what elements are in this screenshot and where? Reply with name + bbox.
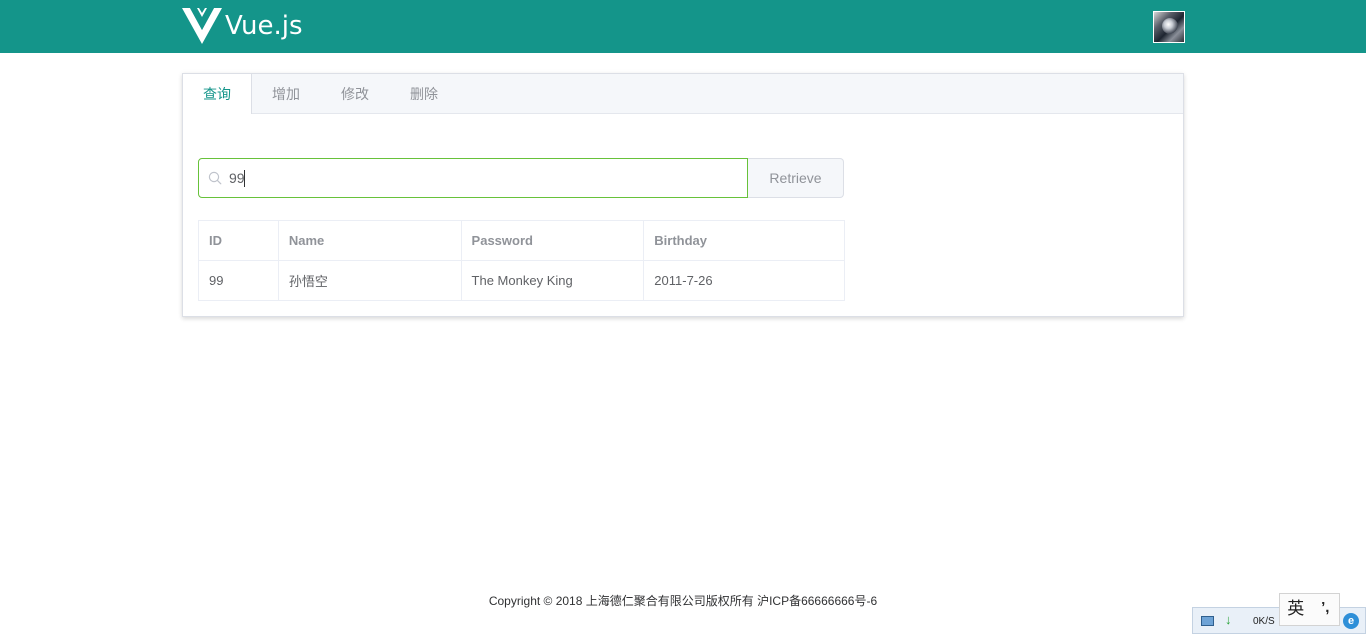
search-bar: Retrieve [198,158,844,198]
vue-v-icon [182,8,222,44]
retrieve-button[interactable]: Retrieve [748,158,844,198]
ime-language-toggle[interactable]: 英 [1280,594,1311,625]
column-header-birthday[interactable]: Birthday [643,220,845,261]
cell-birthday: 2011-7-26 [643,260,845,301]
ime-punctuation-toggle[interactable]: ’, [1311,594,1339,625]
main-card: 查询 增加 修改 删除 Retrieve ID Name Password Bi… [182,73,1184,317]
monitor-icon[interactable] [1201,616,1214,626]
cell-id: 99 [198,260,279,301]
tab-modify[interactable]: 修改 [321,74,390,114]
ime-toolbar: 英 ’, [1279,593,1340,626]
column-header-password[interactable]: Password [460,220,645,261]
table-row[interactable]: 99 孙悟空 The Monkey King 2011-7-26 [198,260,845,301]
text-caret [244,170,245,187]
logo-text: Vue.js [225,11,303,41]
top-header: Vue.js [0,0,1366,53]
vue-logo[interactable]: Vue.js [182,8,303,44]
search-icon [208,171,222,185]
column-header-id[interactable]: ID [198,220,279,261]
network-speed: 0K/S [1253,616,1275,627]
tab-delete[interactable]: 删除 [390,74,459,114]
cell-password: The Monkey King [460,260,645,301]
column-header-name[interactable]: Name [277,220,462,261]
cell-name: 孙悟空 [277,260,462,301]
footer-copyright: Copyright © 2018 上海德仁聚合有限公司版权所有 沪ICP备666… [488,594,878,608]
tab-query[interactable]: 查询 [183,74,252,114]
tab-bar: 查询 增加 修改 删除 [183,74,1183,114]
search-input[interactable] [229,159,729,197]
user-avatar[interactable] [1153,11,1185,43]
download-arrow-icon: ↓ [1225,612,1232,627]
search-field-box[interactable] [198,158,748,198]
table-header-row: ID Name Password Birthday [198,220,845,261]
results-table: ID Name Password Birthday 99 孙悟空 The Mon… [198,220,845,301]
browser-icon[interactable]: e [1343,613,1359,629]
tab-add[interactable]: 增加 [252,74,321,114]
